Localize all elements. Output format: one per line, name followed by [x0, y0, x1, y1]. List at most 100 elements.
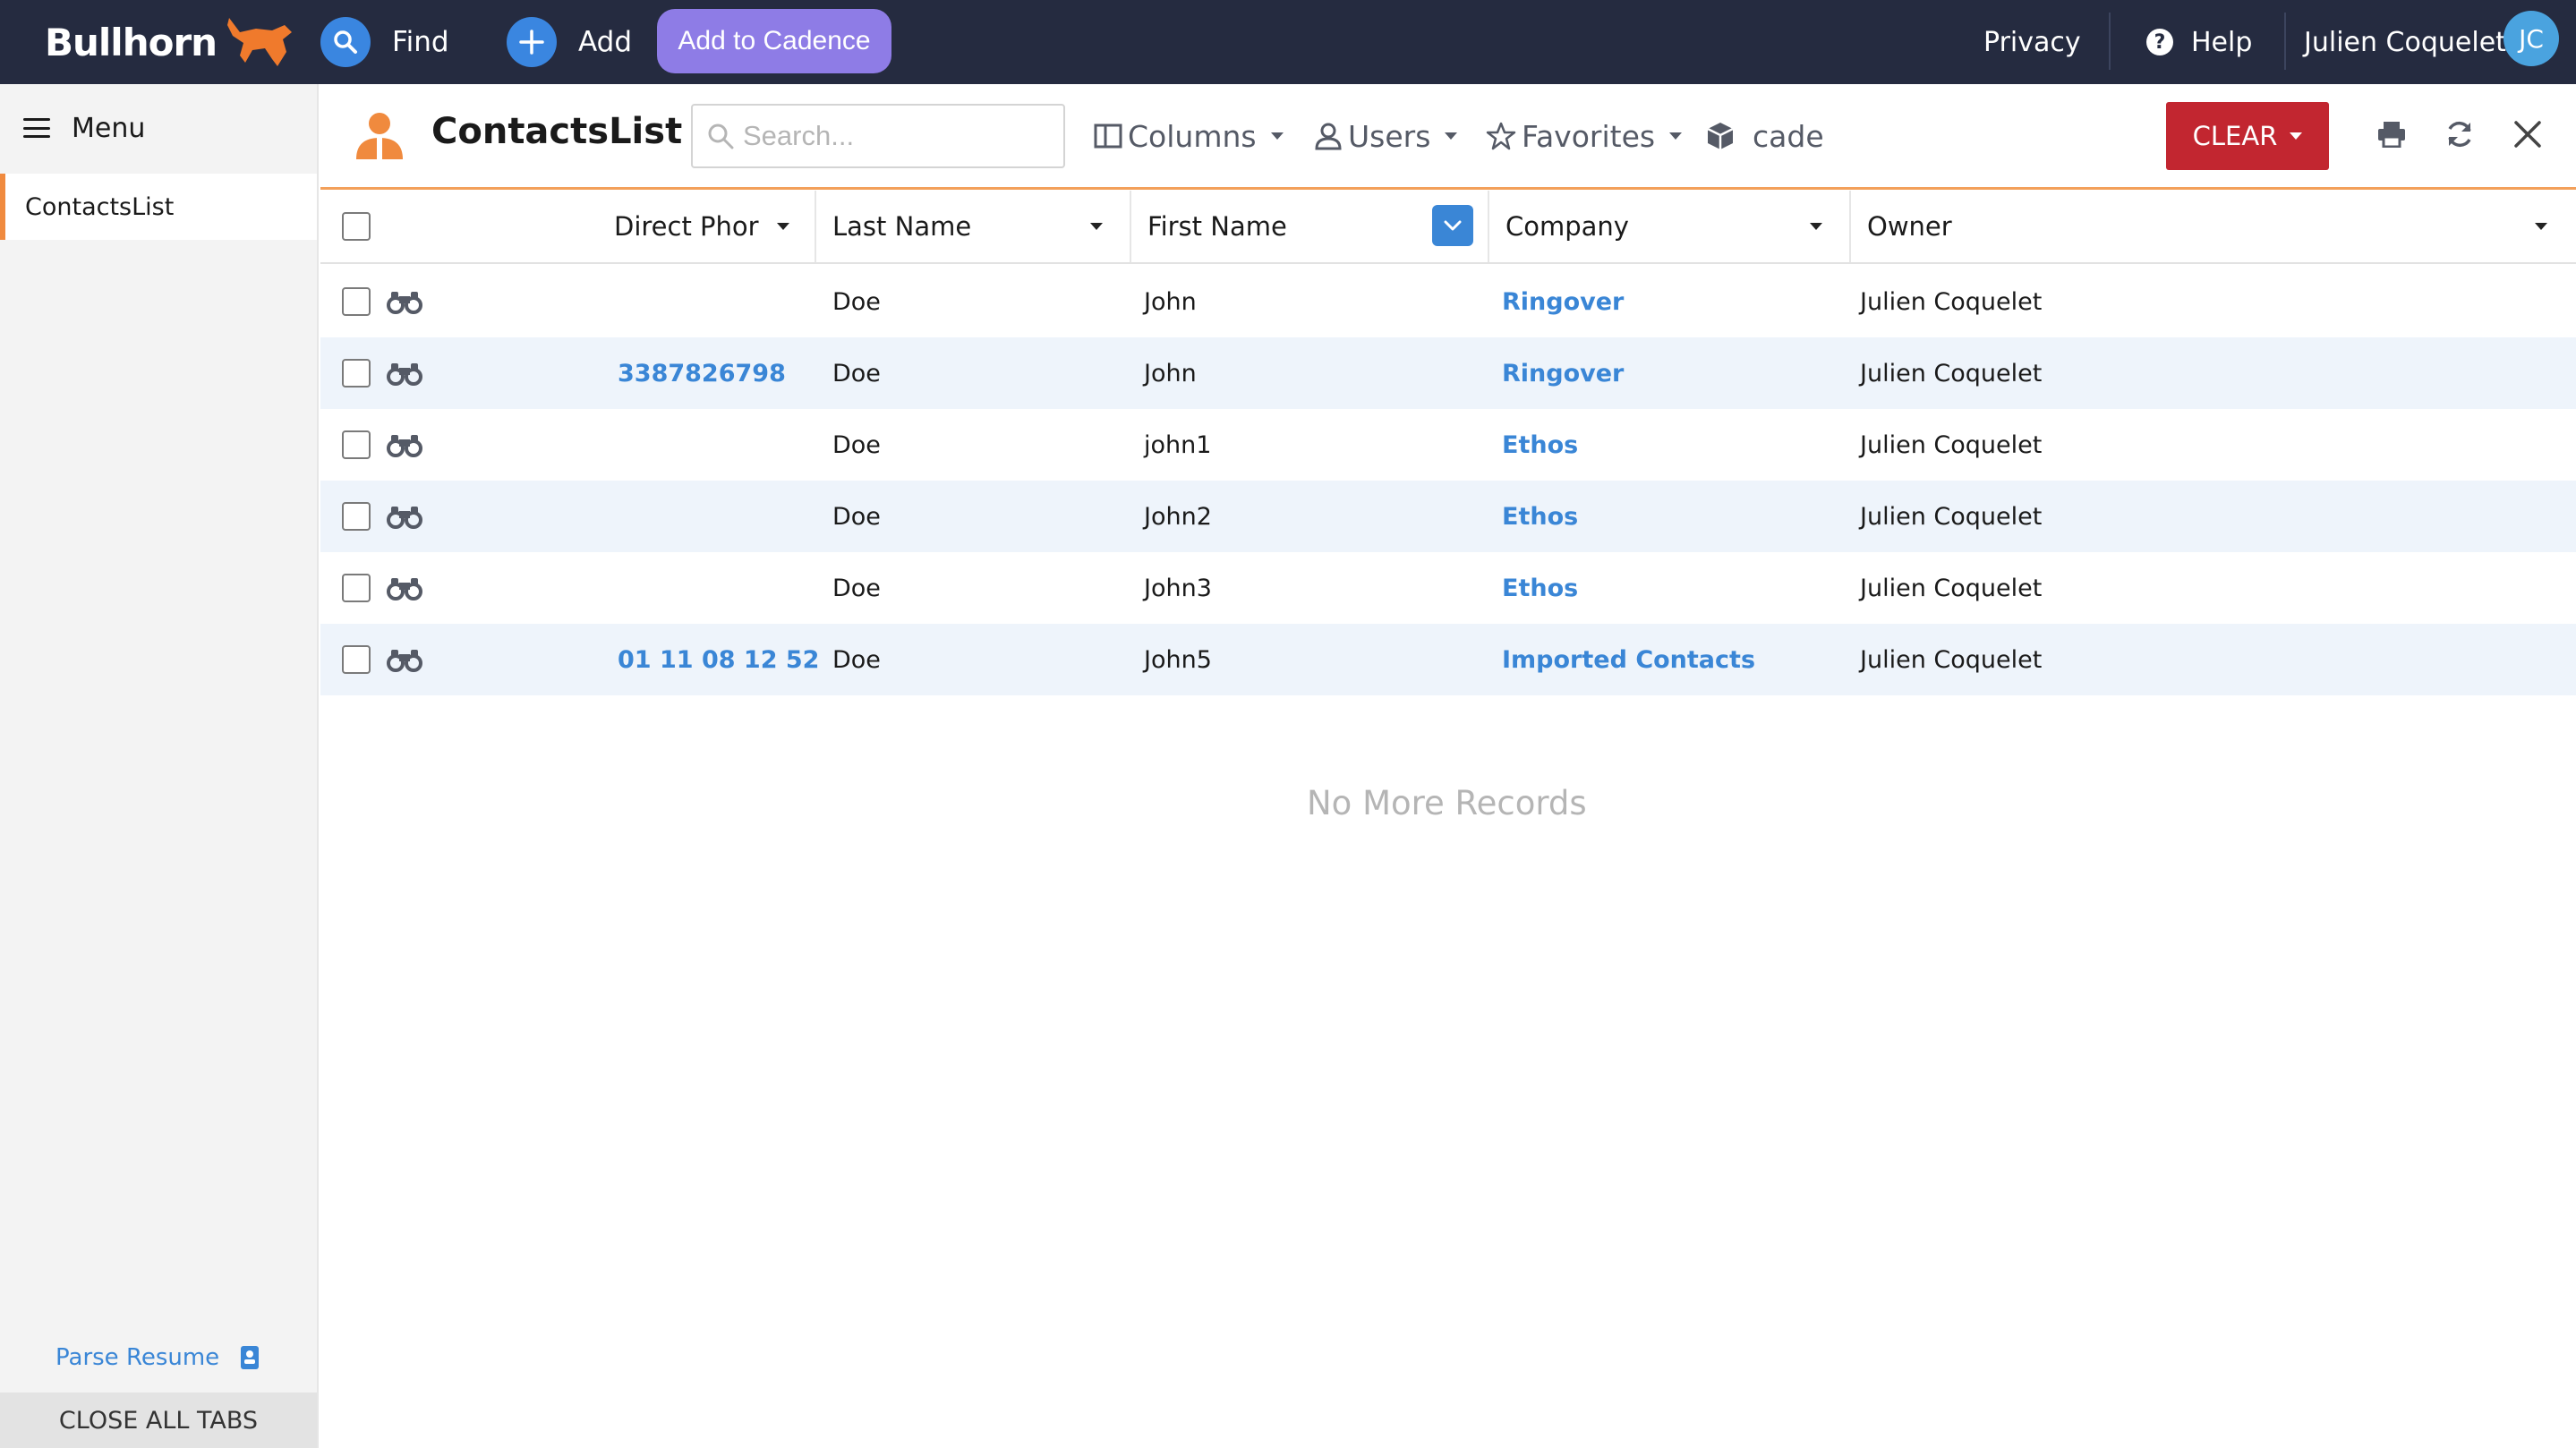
- close-all-tabs-button[interactable]: CLOSE ALL TABS: [0, 1393, 317, 1448]
- avatar[interactable]: JC: [2503, 11, 2559, 66]
- row-select-cell: [342, 337, 371, 409]
- chevron-down-icon: [1445, 132, 1458, 140]
- search-box[interactable]: [691, 104, 1065, 168]
- row-checkbox[interactable]: [342, 430, 371, 459]
- nav-divider: [2109, 13, 2111, 70]
- brand-name: Bullhorn: [45, 20, 218, 64]
- favorites-dropdown[interactable]: Favorites: [1486, 111, 1683, 161]
- row-checkbox[interactable]: [342, 287, 371, 316]
- chevron-down-icon[interactable]: [776, 223, 789, 230]
- nav-divider: [2284, 13, 2286, 70]
- last-name-cell: Doe: [832, 645, 881, 674]
- column-header-first-name[interactable]: First Name: [1147, 191, 1287, 262]
- row-select-cell: [342, 409, 371, 481]
- user-name[interactable]: Julien Coquelet: [2304, 0, 2506, 84]
- add-button[interactable]: Add: [507, 11, 632, 73]
- chevron-down-icon: [2290, 132, 2303, 140]
- column-divider: [1488, 191, 1489, 262]
- close-icon[interactable]: [2508, 115, 2547, 154]
- table-row[interactable]: Doe john1 Ethos Julien Coquelet: [320, 409, 2576, 481]
- row-checkbox[interactable]: [342, 359, 371, 388]
- sort-toggle-button[interactable]: [1432, 205, 1473, 246]
- column-header-label: Owner: [1867, 211, 1952, 242]
- bullhorn-logo[interactable]: Bullhorn: [45, 13, 297, 72]
- last-name-cell: Doe: [832, 287, 881, 316]
- clear-label: CLEAR: [2192, 121, 2278, 151]
- binoculars-icon[interactable]: [387, 409, 422, 481]
- clear-button[interactable]: CLEAR: [2166, 102, 2329, 170]
- first-name-cell: John3: [1144, 574, 1212, 602]
- add-to-cadence-button[interactable]: Add to Cadence: [657, 9, 891, 73]
- owner-cell: Julien Coquelet: [1860, 359, 2043, 388]
- company-link[interactable]: Ringover: [1502, 266, 1624, 337]
- column-divider: [1130, 191, 1131, 262]
- sidebar-tab-contactslist[interactable]: ContactsList: [0, 174, 317, 240]
- last-name-menu[interactable]: [1090, 191, 1103, 262]
- star-icon: [1486, 122, 1516, 150]
- select-all-checkbox[interactable]: [342, 212, 371, 241]
- column-header-owner[interactable]: Owner: [1867, 191, 1952, 262]
- user-icon: [1315, 123, 1342, 150]
- row-select-cell: [342, 552, 371, 624]
- binoculars-icon[interactable]: [387, 337, 422, 409]
- table-row[interactable]: Doe John Ringover Julien Coquelet: [320, 266, 2576, 337]
- search-icon: [320, 17, 371, 67]
- column-divider: [815, 191, 816, 262]
- row-checkbox[interactable]: [342, 645, 371, 674]
- table-row[interactable]: 3387826798 Doe John Ringover Julien Coqu…: [320, 337, 2576, 409]
- company-link[interactable]: Ethos: [1502, 552, 1578, 624]
- columns-dropdown[interactable]: Columns: [1094, 111, 1284, 161]
- binoculars-icon[interactable]: [387, 552, 422, 624]
- cade-label: cade: [1753, 118, 1824, 154]
- parse-resume-link[interactable]: Parse Resume: [55, 1344, 260, 1371]
- menu-label: Menu: [72, 112, 146, 144]
- search-input[interactable]: [743, 120, 1056, 152]
- add-label: Add: [578, 26, 633, 58]
- last-name-cell: Doe: [832, 359, 881, 388]
- phone-link[interactable]: 01 11 08 12 52: [618, 624, 819, 695]
- first-name-cell: John2: [1144, 502, 1212, 531]
- no-more-records-text: No More Records: [1307, 784, 1587, 822]
- table-row[interactable]: Doe John2 Ethos Julien Coquelet: [320, 481, 2576, 552]
- owner-menu[interactable]: [2535, 191, 2547, 262]
- bull-icon: [227, 18, 293, 66]
- column-header-company[interactable]: Company: [1506, 191, 1629, 262]
- sidebar: Menu ContactsList Parse Resume CLOSE ALL…: [0, 84, 319, 1448]
- search-icon: [708, 124, 734, 149]
- company-link[interactable]: Ethos: [1502, 409, 1578, 481]
- binoculars-icon[interactable]: [387, 266, 422, 337]
- privacy-link[interactable]: Privacy: [1983, 0, 2081, 84]
- chevron-down-icon: [2535, 223, 2547, 230]
- company-link[interactable]: Imported Contacts: [1502, 624, 1755, 695]
- row-checkbox[interactable]: [342, 574, 371, 602]
- company-link[interactable]: Ringover: [1502, 337, 1624, 409]
- refresh-icon[interactable]: [2440, 115, 2479, 154]
- owner-cell: Julien Coquelet: [1860, 287, 2043, 316]
- column-header-last-name[interactable]: Last Name: [832, 191, 971, 262]
- page-title: ContactsList: [431, 111, 683, 152]
- company-link[interactable]: Ethos: [1502, 481, 1578, 552]
- columns-icon: [1094, 124, 1122, 149]
- print-icon[interactable]: [2372, 115, 2411, 154]
- column-header-label: Last Name: [832, 211, 972, 242]
- table-row[interactable]: Doe John3 Ethos Julien Coquelet: [320, 552, 2576, 624]
- help-label: Help: [2191, 26, 2253, 58]
- column-header-label: First Name: [1147, 211, 1287, 242]
- help-link[interactable]: ? Help: [2146, 0, 2252, 84]
- help-icon: ?: [2146, 29, 2173, 55]
- find-button[interactable]: Find: [320, 11, 449, 73]
- binoculars-icon[interactable]: [387, 624, 422, 695]
- chevron-down-icon: [1810, 223, 1822, 230]
- contact-icon: [356, 113, 403, 159]
- cade-extension-button[interactable]: cade: [1706, 111, 1824, 161]
- row-checkbox[interactable]: [342, 502, 371, 531]
- chevron-down-icon: [1090, 223, 1103, 230]
- column-header-direct-phone[interactable]: Direct Phor: [614, 191, 789, 262]
- phone-link[interactable]: 3387826798: [618, 337, 786, 409]
- users-dropdown[interactable]: Users: [1314, 111, 1458, 161]
- binoculars-icon[interactable]: [387, 481, 422, 552]
- table-row[interactable]: 01 11 08 12 52 Doe John5 Imported Contac…: [320, 624, 2576, 695]
- select-all-checkbox-cell: [342, 191, 371, 262]
- company-menu[interactable]: [1810, 191, 1822, 262]
- menu-toggle[interactable]: Menu: [0, 84, 317, 172]
